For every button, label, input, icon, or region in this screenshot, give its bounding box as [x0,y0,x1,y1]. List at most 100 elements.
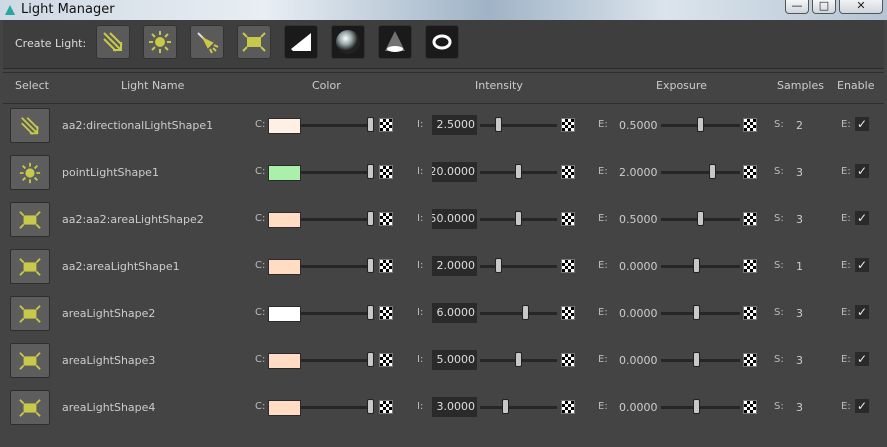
exposure-slider-track[interactable] [661,359,740,362]
exposure-value[interactable]: 0.5000 [619,213,658,226]
samples-value[interactable]: 1 [796,260,803,273]
exposure-map-button[interactable] [743,212,757,226]
select-light-button[interactable] [10,249,50,284]
intensity-field[interactable]: 2.5000 [432,115,477,135]
enable-checkbox[interactable]: ✓ [855,117,869,131]
color-slider-handle[interactable] [367,211,374,226]
select-light-button[interactable] [10,390,50,425]
color-swatch[interactable] [268,400,301,416]
exposure-value[interactable]: 2.0000 [619,166,658,179]
color-slider-track[interactable] [301,218,373,221]
create-photometric-light-button[interactable] [425,25,459,59]
color-swatch[interactable] [268,212,301,228]
color-slider-handle[interactable] [367,352,374,367]
intensity-map-button[interactable] [561,353,575,367]
samples-value[interactable]: 3 [796,166,803,179]
create-point-light-button[interactable] [143,25,177,59]
color-slider-track[interactable] [301,124,373,127]
color-map-button[interactable] [379,306,393,320]
exposure-map-button[interactable] [743,353,757,367]
intensity-field[interactable]: 20.0000 [432,162,477,182]
color-slider-handle[interactable] [367,164,374,179]
samples-value[interactable]: 3 [796,213,803,226]
minimize-button[interactable]: — [785,0,809,14]
samples-value[interactable]: 3 [796,307,803,320]
intensity-field[interactable]: 3.0000 [432,397,477,417]
color-slider-track[interactable] [301,265,373,268]
exposure-slider-track[interactable] [661,406,740,409]
create-skydome-light-button[interactable] [284,25,318,59]
color-slider-handle[interactable] [367,399,374,414]
exposure-map-button[interactable] [743,118,757,132]
exposure-slider-handle[interactable] [697,211,704,226]
intensity-field[interactable]: 2.0000 [432,256,477,276]
intensity-map-button[interactable] [561,306,575,320]
intensity-field[interactable]: 6.0000 [432,303,477,323]
intensity-slider-track[interactable] [480,406,557,409]
exposure-slider-handle[interactable] [693,258,701,273]
exposure-map-button[interactable] [743,400,757,414]
create-directional-light-button[interactable] [96,25,130,59]
color-slider-handle[interactable] [367,258,374,273]
exposure-slider-track[interactable] [661,312,740,315]
create-physical-sky-button[interactable] [331,25,365,59]
exposure-slider-handle[interactable] [697,117,704,132]
color-swatch[interactable] [268,306,301,322]
intensity-field[interactable]: 5.0000 [432,350,477,370]
create-spot-light-button[interactable] [190,25,224,59]
exposure-slider-handle[interactable] [708,164,716,179]
select-light-button[interactable] [10,108,50,143]
enable-checkbox[interactable]: ✓ [855,258,869,272]
intensity-slider-handle[interactable] [522,305,529,320]
intensity-slider-handle[interactable] [494,117,502,132]
intensity-map-button[interactable] [561,259,575,273]
intensity-slider-track[interactable] [480,124,557,127]
intensity-slider-handle[interactable] [502,399,510,414]
select-light-button[interactable] [10,343,50,378]
color-swatch[interactable] [268,353,301,369]
select-light-button[interactable] [10,296,50,331]
color-map-button[interactable] [379,118,393,132]
create-mesh-light-button[interactable] [378,25,412,59]
color-swatch[interactable] [268,259,301,275]
create-area-light-button[interactable] [237,25,271,59]
enable-checkbox[interactable]: ✓ [855,211,869,225]
enable-checkbox[interactable]: ✓ [855,305,869,319]
intensity-map-button[interactable] [561,165,575,179]
color-swatch[interactable] [268,165,301,181]
intensity-slider-handle[interactable] [515,164,522,179]
exposure-slider-track[interactable] [661,265,740,268]
intensity-field[interactable]: 50.0000 [432,209,477,229]
intensity-slider-track[interactable] [480,265,557,268]
select-light-button[interactable] [10,202,50,237]
intensity-slider-handle[interactable] [494,258,502,273]
color-slider-track[interactable] [301,406,373,409]
color-swatch[interactable] [268,118,301,134]
samples-value[interactable]: 2 [796,119,803,132]
intensity-map-button[interactable] [561,400,575,414]
color-slider-track[interactable] [301,171,373,174]
exposure-slider-handle[interactable] [693,352,701,367]
exposure-value[interactable]: 0.0000 [619,354,658,367]
exposure-map-button[interactable] [743,259,757,273]
intensity-slider-track[interactable] [480,312,557,315]
color-map-button[interactable] [379,212,393,226]
exposure-map-button[interactable] [743,165,757,179]
enable-checkbox[interactable]: ✓ [855,164,869,178]
exposure-map-button[interactable] [743,306,757,320]
color-slider-track[interactable] [301,312,373,315]
intensity-slider-handle[interactable] [515,352,522,367]
samples-value[interactable]: 3 [796,401,803,414]
color-slider-track[interactable] [301,359,373,362]
close-button[interactable]: ✕ [839,0,883,14]
select-light-button[interactable] [10,155,50,190]
intensity-map-button[interactable] [561,212,575,226]
intensity-map-button[interactable] [561,118,575,132]
exposure-value[interactable]: 0.0000 [619,260,658,273]
exposure-value[interactable]: 0.5000 [619,119,658,132]
enable-checkbox[interactable]: ✓ [855,399,869,413]
intensity-slider-handle[interactable] [515,211,522,226]
exposure-value[interactable]: 0.0000 [619,401,658,414]
color-slider-handle[interactable] [367,305,374,320]
color-map-button[interactable] [379,353,393,367]
